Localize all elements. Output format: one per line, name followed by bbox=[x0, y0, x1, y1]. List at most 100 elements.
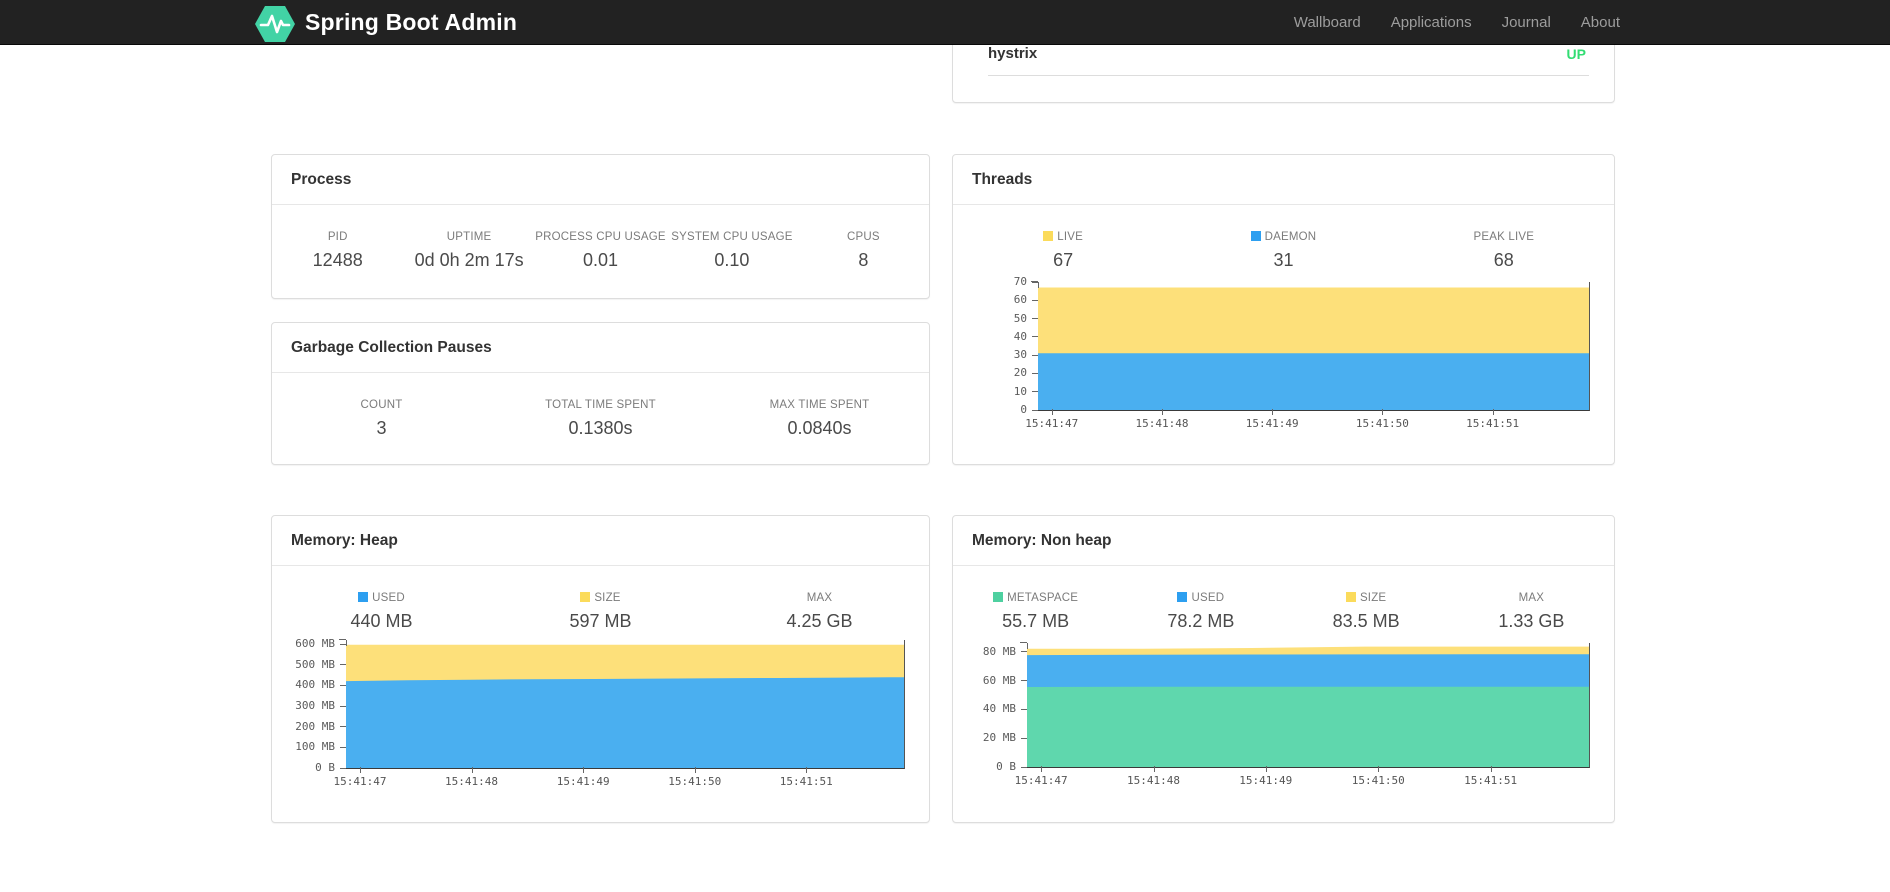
daemon-legend-marker bbox=[1250, 231, 1261, 241]
metric-value: 0.1380s bbox=[568, 418, 633, 438]
y-tick-label: 100 MB bbox=[295, 740, 335, 754]
y-tick-mark bbox=[1021, 737, 1027, 739]
x-tick-mark bbox=[1378, 766, 1380, 772]
threads-legend: LIVE 67 DAEMON 31 PEAK LIVE 68 bbox=[953, 205, 1614, 271]
metric-value: 4.25 GB bbox=[786, 611, 853, 631]
x-tick-label: 15:41:48 bbox=[1135, 417, 1189, 430]
y-tick-label: 400 MB bbox=[295, 678, 335, 692]
used-legend-marker bbox=[358, 592, 369, 602]
brand-title: Spring Boot Admin bbox=[305, 9, 518, 35]
y-tick-label: 600 MB bbox=[295, 636, 335, 650]
metric-heap-size: SIZE 597 MB bbox=[491, 592, 710, 632]
nav-item-wallboard[interactable]: Wallboard bbox=[1279, 0, 1376, 45]
metric-heap-used: USED 440 MB bbox=[272, 592, 491, 632]
nav-item-journal[interactable]: Journal bbox=[1487, 0, 1566, 45]
metric-label: SYSTEM CPU USAGE bbox=[671, 231, 793, 243]
nonheap-area-svg bbox=[1027, 646, 1589, 767]
health-row: hystrix UP bbox=[988, 45, 1586, 62]
card-title: Memory: Heap bbox=[272, 516, 929, 566]
y-tick-mark bbox=[1032, 354, 1038, 356]
x-tick-mark bbox=[360, 767, 361, 773]
navbar: Spring Boot Admin Wallboard Applications… bbox=[0, 0, 1890, 45]
axis-top-mark bbox=[1027, 643, 1028, 649]
axis-top-mark bbox=[1020, 642, 1027, 643]
metric-value: 3 bbox=[376, 418, 387, 438]
metric-label: LIVE bbox=[953, 231, 1173, 243]
metric-label: PID bbox=[327, 231, 348, 243]
x-tick-label: 15:41:49 bbox=[556, 775, 610, 788]
metric-threads-live: LIVE 67 bbox=[953, 231, 1173, 271]
metric-nonheap-metaspace: METASPACE 55.7 MB bbox=[953, 592, 1118, 632]
y-tick-mark bbox=[1032, 336, 1038, 338]
metric-value: 1.33 GB bbox=[1498, 611, 1565, 631]
nav-item-applications[interactable]: Applications bbox=[1376, 0, 1487, 45]
y-tick-mark bbox=[340, 767, 346, 769]
x-tick-label: 15:41:50 bbox=[1351, 774, 1405, 787]
y-tick-mark bbox=[340, 705, 346, 707]
metric-cpus: CPUS 8 bbox=[798, 231, 929, 271]
brand-link[interactable]: Spring Boot Admin bbox=[255, 0, 517, 45]
y-tick-mark bbox=[1021, 766, 1027, 768]
metric-value: 597 MB bbox=[569, 611, 632, 631]
y-tick-label: 40 bbox=[1013, 329, 1027, 343]
metric-label: SIZE bbox=[1284, 592, 1449, 604]
threads-chart: 0 10 20 30 40 50 60 70 15:41:47 15:41:48 15:41:49 1… bbox=[1014, 275, 1590, 430]
memory-nonheap-card: Memory: Non heap METASPACE 55.7 MB USED … bbox=[952, 515, 1615, 823]
threads-card: Threads LIVE 67 DAEMON 31 PEAK LIVE 68 0… bbox=[952, 154, 1615, 465]
y-tick-mark bbox=[1021, 680, 1027, 681]
heap-legend: USED 440 MB SIZE 597 MB MAX 4.25 GB bbox=[272, 566, 929, 632]
y-tick-mark bbox=[1032, 318, 1038, 320]
used-legend-marker bbox=[1177, 592, 1188, 602]
metric-label-text: SIZE bbox=[594, 592, 621, 604]
y-tick-mark bbox=[1032, 409, 1038, 411]
axis-top-mark bbox=[339, 639, 346, 640]
metric-value: 0.01 bbox=[582, 250, 619, 270]
axis-top-mark bbox=[1038, 282, 1039, 288]
x-tick-mark bbox=[1041, 766, 1043, 772]
metric-label: TOTAL TIME SPENT bbox=[545, 399, 656, 411]
y-tick-label: 70 bbox=[1013, 274, 1027, 288]
y-tick-mark bbox=[1032, 372, 1038, 374]
y-tick-label: 10 bbox=[1013, 384, 1027, 398]
x-tick-mark bbox=[1382, 409, 1384, 415]
y-tick-mark bbox=[340, 684, 346, 686]
metric-threads-daemon: DAEMON 31 bbox=[1173, 231, 1393, 271]
metric-gc-count: COUNT 3 bbox=[272, 399, 491, 439]
card-title: Garbage Collection Pauses bbox=[272, 323, 929, 373]
y-tick-label: 500 MB bbox=[295, 657, 335, 671]
y-tick-label: 80 MB bbox=[982, 644, 1016, 658]
x-tick-label: 15:41:47 bbox=[1014, 774, 1068, 787]
metric-nonheap-max: MAX 1.33 GB bbox=[1449, 592, 1614, 632]
y-tick-mark bbox=[1032, 299, 1038, 301]
card-title: Memory: Non heap bbox=[953, 516, 1614, 566]
y-tick-label: 0 B bbox=[315, 760, 335, 774]
metric-value: 440 MB bbox=[350, 611, 413, 631]
memory-heap-chart: 0 B 100 MB 200 MB 300 MB 400 MB 500 MB 600 MB 1… bbox=[295, 637, 905, 788]
y-tick-label: 60 MB bbox=[982, 673, 1016, 687]
application-name[interactable]: hystrix bbox=[988, 45, 1037, 62]
metric-label: UPTIME bbox=[446, 231, 492, 243]
card-title: Process bbox=[272, 155, 929, 205]
divider bbox=[988, 75, 1589, 76]
threads-area-svg bbox=[1038, 287, 1589, 410]
nonheap-legend: METASPACE 55.7 MB USED 78.2 MB SIZE 83.5… bbox=[953, 566, 1614, 632]
process-metrics: PID 12488 UPTIME 0d 0h 2m 17s PROCESS CP… bbox=[272, 205, 929, 271]
metric-label: COUNT bbox=[360, 399, 403, 411]
x-tick-mark bbox=[1162, 409, 1163, 415]
nav-item-about[interactable]: About bbox=[1566, 0, 1635, 45]
metric-nonheap-used: USED 78.2 MB bbox=[1118, 592, 1283, 632]
metric-label: PROCESS CPU USAGE bbox=[535, 231, 666, 243]
x-tick-label: 15:41:48 bbox=[445, 775, 498, 788]
metric-value: 31 bbox=[1273, 250, 1294, 270]
metric-label: USED bbox=[1118, 592, 1283, 604]
live-legend-marker bbox=[1043, 231, 1054, 241]
metric-gc-max-time: MAX TIME SPENT 0.0840s bbox=[710, 399, 929, 439]
gc-pauses-card: Garbage Collection Pauses COUNT 3 TOTAL … bbox=[271, 322, 930, 465]
metric-threads-peak-live: PEAK LIVE 68 bbox=[1394, 231, 1614, 271]
x-tick-mark bbox=[1153, 766, 1155, 772]
x-tick-label: 15:41:51 bbox=[1466, 417, 1520, 430]
metric-label: SIZE bbox=[491, 592, 710, 604]
x-tick-mark bbox=[806, 767, 808, 773]
metric-value: 0.0840s bbox=[787, 418, 852, 438]
y-tick-mark bbox=[1021, 651, 1027, 653]
